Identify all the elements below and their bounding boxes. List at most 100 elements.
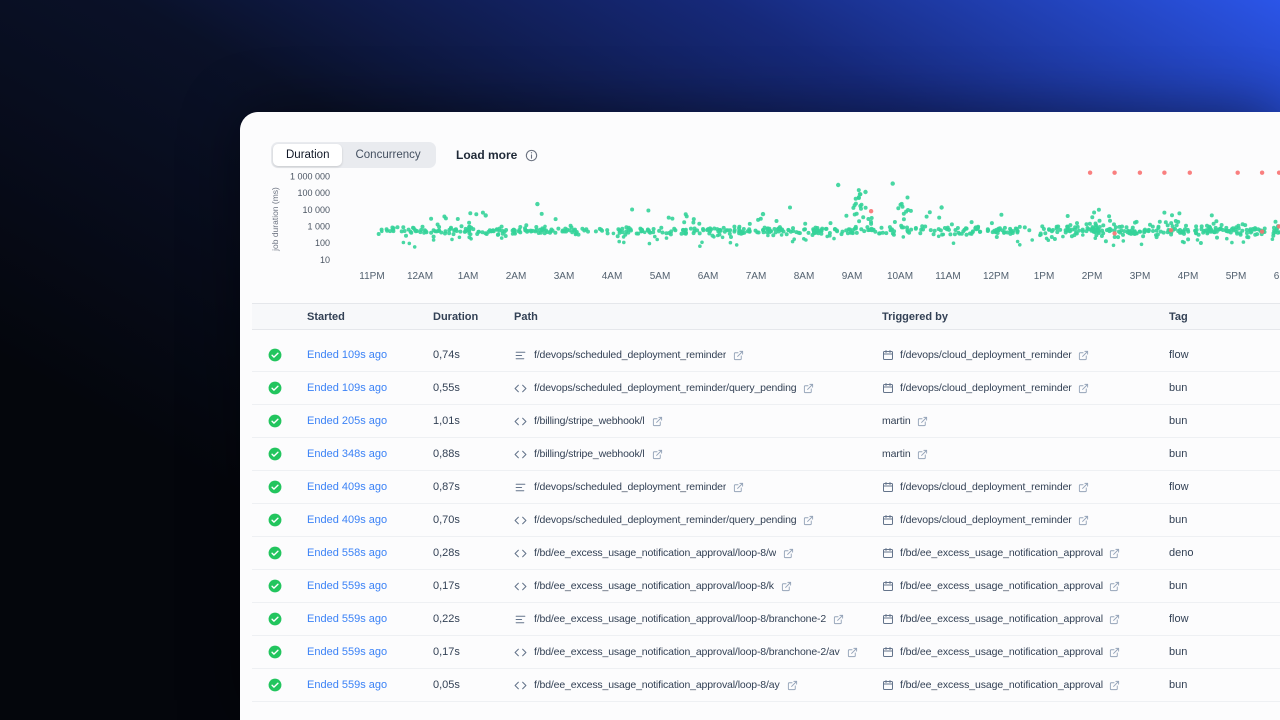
- run-started-link[interactable]: Ended 559s ago: [307, 613, 387, 625]
- success-check-icon: [268, 414, 282, 428]
- run-trigger-link[interactable]: f/bd/ee_excess_usage_notification_approv…: [900, 580, 1103, 592]
- run-path-link[interactable]: f/devops/scheduled_deployment_reminder/q…: [534, 382, 796, 394]
- run-started-link[interactable]: Ended 109s ago: [307, 382, 387, 394]
- run-path-link[interactable]: f/bd/ee_excess_usage_notification_approv…: [534, 613, 826, 625]
- run-trigger-link[interactable]: f/devops/cloud_deployment_reminder: [900, 481, 1072, 493]
- table-row[interactable]: Ended 409s ago 0,87s f/devops/scheduled_de…: [252, 471, 1280, 504]
- external-link-icon[interactable]: [1078, 482, 1089, 493]
- run-started-link[interactable]: Ended 409s ago: [307, 481, 387, 493]
- external-link-icon[interactable]: [733, 350, 744, 361]
- table-row[interactable]: Ended 559s ago 0,22s f/bd/ee_excess_usage_…: [252, 603, 1280, 636]
- external-link-icon[interactable]: [1078, 350, 1089, 361]
- table-row[interactable]: Ended 558s ago 0,28s f/bd/ee_excess_usage_…: [252, 537, 1280, 570]
- success-check-icon: [268, 612, 282, 626]
- table-row[interactable]: Ended 559s ago 0,05s f/bd/ee_excess_usage_…: [252, 669, 1280, 702]
- run-started-link[interactable]: Ended 559s ago: [307, 580, 387, 592]
- flow-icon: [514, 481, 527, 494]
- run-trigger-link[interactable]: f/devops/cloud_deployment_reminder: [900, 382, 1072, 394]
- run-path-link[interactable]: f/billing/stripe_webhook/l: [534, 415, 645, 427]
- table-row[interactable]: Ended 109s ago 0,55s f/devops/scheduled_de…: [252, 372, 1280, 405]
- tab-duration[interactable]: Duration: [273, 144, 343, 166]
- status-cell: [260, 414, 307, 428]
- external-link-icon[interactable]: [1109, 647, 1120, 658]
- table-row[interactable]: Ended 409s ago 0,70s f/devops/scheduled_de…: [252, 504, 1280, 537]
- table-row[interactable]: Ended 559s ago 0,17s f/bd/ee_excess_usage_…: [252, 636, 1280, 669]
- schedule-calendar-icon: [882, 679, 894, 691]
- run-path-link[interactable]: f/devops/scheduled_deployment_reminder: [534, 481, 726, 493]
- svg-text:10AM: 10AM: [887, 271, 913, 282]
- run-started-link[interactable]: Ended 559s ago: [307, 646, 387, 658]
- run-trigger-link[interactable]: f/devops/cloud_deployment_reminder: [900, 514, 1072, 526]
- external-link-icon[interactable]: [652, 449, 663, 460]
- path-cell: f/billing/stripe_webhook/l: [514, 448, 882, 461]
- external-link-icon[interactable]: [1078, 383, 1089, 394]
- path-cell: f/devops/scheduled_deployment_reminder: [514, 481, 882, 494]
- run-path-link[interactable]: f/bd/ee_excess_usage_notification_approv…: [534, 679, 780, 691]
- external-link-icon[interactable]: [1109, 680, 1120, 691]
- run-started-link[interactable]: Ended 558s ago: [307, 547, 387, 559]
- run-trigger-link[interactable]: martin: [882, 415, 911, 427]
- svg-text:12AM: 12AM: [407, 271, 433, 282]
- run-trigger-link[interactable]: f/bd/ee_excess_usage_notification_approv…: [900, 547, 1103, 559]
- run-duration: 0,17s: [433, 580, 460, 592]
- table-row[interactable]: Ended 205s ago 1,01s f/billing/stripe_webh…: [252, 405, 1280, 438]
- run-tag: flow: [1169, 349, 1189, 361]
- run-started-link[interactable]: Ended 109s ago: [307, 349, 387, 361]
- runs-table-body: Ended 109s ago 0,74s f/devops/scheduled_de…: [252, 339, 1280, 702]
- tag-cell: flow: [1169, 481, 1280, 493]
- run-path-link[interactable]: f/bd/ee_excess_usage_notification_approv…: [534, 580, 774, 592]
- external-link-icon[interactable]: [787, 680, 798, 691]
- table-row[interactable]: Ended 559s ago 0,17s f/bd/ee_excess_usage_…: [252, 570, 1280, 603]
- external-link-icon[interactable]: [733, 482, 744, 493]
- run-path-link[interactable]: f/bd/ee_excess_usage_notification_approv…: [534, 646, 840, 658]
- run-path-link[interactable]: f/devops/scheduled_deployment_reminder: [534, 349, 726, 361]
- run-started-link[interactable]: Ended 348s ago: [307, 448, 387, 460]
- triggered-by-cell: f/bd/ee_excess_usage_notification_approv…: [882, 679, 1169, 691]
- external-link-icon[interactable]: [917, 416, 928, 427]
- external-link-icon[interactable]: [847, 647, 858, 658]
- info-icon[interactable]: [525, 149, 538, 162]
- run-trigger-link[interactable]: f/bd/ee_excess_usage_notification_approv…: [900, 646, 1103, 658]
- external-link-icon[interactable]: [652, 416, 663, 427]
- external-link-icon[interactable]: [783, 548, 794, 559]
- external-link-icon[interactable]: [1109, 548, 1120, 559]
- load-more-button[interactable]: Load more: [456, 142, 538, 168]
- external-link-icon[interactable]: [781, 581, 792, 592]
- external-link-icon[interactable]: [917, 449, 928, 460]
- run-started-link[interactable]: Ended 559s ago: [307, 679, 387, 691]
- run-path-link[interactable]: f/bd/ee_excess_usage_notification_approv…: [534, 547, 776, 559]
- script-code-icon: [514, 514, 527, 527]
- tab-concurrency[interactable]: Concurrency: [342, 144, 433, 166]
- table-row[interactable]: Ended 348s ago 0,88s f/billing/stripe_webh…: [252, 438, 1280, 471]
- run-trigger-link[interactable]: f/bd/ee_excess_usage_notification_approv…: [900, 679, 1103, 691]
- external-link-icon[interactable]: [1109, 614, 1120, 625]
- external-link-icon[interactable]: [803, 383, 814, 394]
- svg-text:1PM: 1PM: [1034, 271, 1055, 282]
- svg-text:100: 100: [315, 238, 330, 248]
- external-link-icon[interactable]: [1109, 581, 1120, 592]
- tag-cell: flow: [1169, 349, 1280, 361]
- duration-scatter-chart[interactable]: job duration (ms) 1 000 000 100 000 10 000…: [240, 167, 1280, 289]
- success-check-icon: [268, 546, 282, 560]
- run-path-link[interactable]: f/devops/scheduled_deployment_reminder/q…: [534, 514, 796, 526]
- path-cell: f/billing/stripe_webhook/l: [514, 415, 882, 428]
- run-started-link[interactable]: Ended 409s ago: [307, 514, 387, 526]
- triggered-by-cell: f/devops/cloud_deployment_reminder: [882, 481, 1169, 493]
- schedule-calendar-icon: [882, 514, 894, 526]
- external-link-icon[interactable]: [803, 515, 814, 526]
- run-path-link[interactable]: f/billing/stripe_webhook/l: [534, 448, 645, 460]
- table-row[interactable]: Ended 109s ago 0,74s f/devops/scheduled_de…: [252, 339, 1280, 372]
- run-trigger-link[interactable]: martin: [882, 448, 911, 460]
- external-link-icon[interactable]: [1078, 515, 1089, 526]
- run-trigger-link[interactable]: f/devops/cloud_deployment_reminder: [900, 349, 1072, 361]
- svg-text:1 000: 1 000: [307, 221, 330, 231]
- triggered-by-cell: f/bd/ee_excess_usage_notification_approv…: [882, 580, 1169, 592]
- y-axis-label: job duration (ms): [270, 187, 280, 252]
- external-link-icon[interactable]: [833, 614, 844, 625]
- duration-cell: 0,17s: [433, 580, 514, 592]
- run-duration: 1,01s: [433, 415, 460, 427]
- success-check-icon: [268, 645, 282, 659]
- path-cell: f/bd/ee_excess_usage_notification_approv…: [514, 679, 882, 692]
- run-started-link[interactable]: Ended 205s ago: [307, 415, 387, 427]
- run-trigger-link[interactable]: f/bd/ee_excess_usage_notification_approv…: [900, 613, 1103, 625]
